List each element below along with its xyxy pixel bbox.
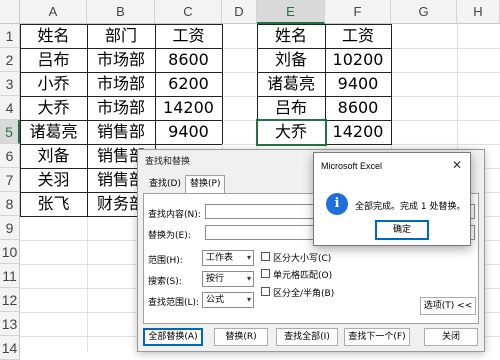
replace-all-button[interactable]: 全部替换(A): [143, 328, 203, 346]
table-cell[interactable]: 14200: [155, 96, 222, 120]
match-cell-checkbox[interactable]: [261, 269, 270, 278]
table-cell[interactable]: 大乔: [20, 96, 87, 120]
table-cell[interactable]: 张飞: [20, 192, 87, 216]
table-cell[interactable]: 大乔: [257, 120, 325, 144]
ok-button[interactable]: 确定: [375, 220, 429, 240]
match-width-checkbox[interactable]: [261, 287, 270, 296]
column-header-a[interactable]: A: [20, 0, 87, 24]
row-header-13[interactable]: 13: [0, 312, 20, 336]
scope-select[interactable]: 工作表 ▾: [202, 250, 254, 266]
look-in-select[interactable]: 公式 ▾: [202, 292, 254, 308]
find-what-label: 查找内容(N):: [148, 210, 201, 220]
close-button[interactable]: 关闭: [424, 328, 478, 346]
table-cell[interactable]: 小乔: [20, 72, 87, 96]
tab-find[interactable]: 查找(D): [145, 176, 185, 193]
column-header-h[interactable]: H: [457, 0, 500, 24]
search-value: 按行: [206, 274, 225, 284]
match-cell-label: 单元格匹配(O): [273, 271, 333, 281]
look-in-label: 查找范围(L):: [148, 298, 200, 308]
options-button[interactable]: 选项(T) <<: [420, 297, 476, 315]
column-header-g[interactable]: G: [391, 0, 457, 24]
row-header-14[interactable]: 14: [0, 336, 20, 360]
row-header-11[interactable]: 11: [0, 264, 20, 288]
tab-replace[interactable]: 替换(P): [185, 175, 226, 194]
table-cell[interactable]: 吕布: [20, 48, 87, 72]
table-cell[interactable]: 市场部: [87, 48, 155, 72]
table-cell[interactable]: 吕布: [257, 96, 325, 120]
column-header-e[interactable]: E: [257, 0, 325, 24]
cell-f1[interactable]: 工资: [325, 24, 391, 48]
table-cell[interactable]: 市场部: [87, 96, 155, 120]
row-header-8[interactable]: 8: [0, 192, 20, 216]
table-cell[interactable]: 9400: [325, 72, 391, 96]
match-case-checkbox[interactable]: [261, 252, 270, 261]
cell-c1[interactable]: 工资: [155, 24, 222, 48]
table-cell[interactable]: 诸葛亮: [257, 72, 325, 96]
message-box: Microsoft Excel ✕ i 全部完成。完成 1 处替换。 确定: [313, 152, 471, 246]
row-header-3[interactable]: 3: [0, 72, 20, 96]
message-text: 全部完成。完成 1 处替换。: [355, 202, 466, 212]
chevron-down-icon: ▾: [246, 295, 251, 304]
table-cell[interactable]: 诸葛亮: [20, 120, 87, 144]
message-box-titlebar[interactable]: Microsoft Excel ✕: [314, 153, 470, 181]
chevron-down-icon: ▾: [246, 274, 251, 283]
table-cell[interactable]: 6200: [155, 72, 222, 96]
row-header-10[interactable]: 10: [0, 240, 20, 264]
info-icon: i: [326, 193, 348, 215]
cell-b1[interactable]: 部门: [87, 24, 155, 48]
table-cell[interactable]: 8600: [325, 96, 391, 120]
table1-border: [222, 24, 223, 144]
table-cell[interactable]: 14200: [325, 120, 391, 144]
chevron-down-icon: ▾: [246, 253, 251, 262]
row-header-1[interactable]: 1: [0, 24, 20, 48]
table-cell[interactable]: 10200: [325, 48, 391, 72]
table-cell[interactable]: 刘备: [20, 144, 87, 168]
dialog-title: 查找和替换: [145, 157, 191, 167]
cell-e1[interactable]: 姓名: [257, 24, 325, 48]
column-header-b[interactable]: B: [87, 0, 155, 24]
find-all-button[interactable]: 查找全部(I): [276, 328, 338, 346]
scope-label: 范围(H):: [148, 256, 183, 266]
row-header-5[interactable]: 5: [0, 120, 20, 144]
replace-button[interactable]: 替换(R): [214, 328, 268, 346]
row-header-12[interactable]: 12: [0, 288, 20, 312]
row-header-2[interactable]: 2: [0, 48, 20, 72]
match-width-label: 区分全/半角(B): [273, 289, 335, 299]
search-select[interactable]: 按行 ▾: [202, 271, 254, 287]
table-cell[interactable]: 8600: [155, 48, 222, 72]
row-header-4[interactable]: 4: [0, 96, 20, 120]
cell-a1[interactable]: 姓名: [20, 24, 87, 48]
row-header-6[interactable]: 6: [0, 144, 20, 168]
message-box-title: Microsoft Excel: [321, 161, 383, 171]
column-header-f[interactable]: F: [325, 0, 391, 24]
table-cell[interactable]: 关羽: [20, 168, 87, 192]
replace-with-label: 替换为(E):: [148, 231, 191, 241]
table-cell[interactable]: 9400: [155, 120, 222, 144]
column-header-d[interactable]: D: [222, 0, 257, 24]
find-next-button[interactable]: 查找下一个(F): [344, 328, 410, 346]
select-all-corner[interactable]: [0, 0, 20, 24]
column-header-c[interactable]: C: [155, 0, 222, 24]
table-cell[interactable]: 市场部: [87, 72, 155, 96]
close-icon[interactable]: ✕: [452, 158, 462, 172]
row-header-9[interactable]: 9: [0, 216, 20, 240]
look-in-value: 公式: [206, 295, 225, 305]
row-header-7[interactable]: 7: [0, 168, 20, 192]
table-cell[interactable]: 刘备: [257, 48, 325, 72]
search-label: 搜索(S):: [148, 277, 182, 287]
table-cell[interactable]: 销售部: [87, 120, 155, 144]
match-case-label: 区分大小写(C): [273, 254, 332, 264]
scope-value: 工作表: [206, 253, 234, 263]
